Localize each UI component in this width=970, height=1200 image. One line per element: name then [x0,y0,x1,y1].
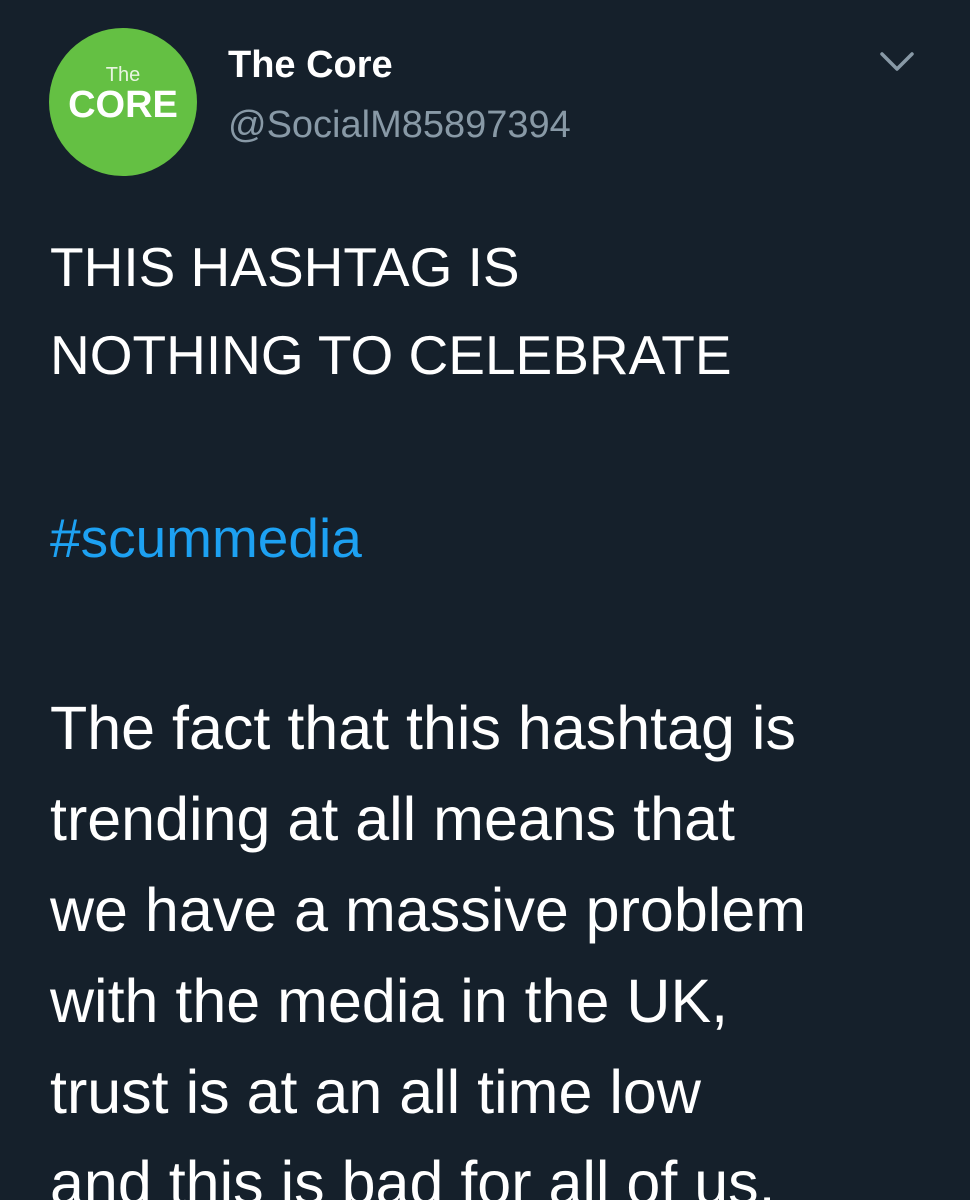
avatar-logo-core: CORE [68,84,178,126]
display-name[interactable]: The Core [228,44,393,87]
tweet-body-line: The fact that this hashtag is [50,694,796,762]
tweet-body-line: and this is bad for all of us. [50,1149,776,1200]
tweet-headline-line: THIS HASHTAG IS [50,236,520,298]
tweet-card: The CORE The Core @SocialM85897394 THIS … [0,0,970,1200]
tweet-body: The fact that this hashtag is trending a… [50,683,806,1200]
tweet-body-line: trending at all means that [50,785,735,853]
tweet-menu-button[interactable] [872,40,922,80]
avatar[interactable]: The CORE [49,28,197,176]
tweet-body-line: trust is at an all time low [50,1058,701,1126]
chevron-down-icon [880,52,914,71]
tweet-body-line: with the media in the UK, [50,967,729,1035]
tweet-body-line: we have a massive problem [50,876,807,944]
user-handle[interactable]: @SocialM85897394 [228,104,571,147]
tweet-headline-line: NOTHING TO CELEBRATE [50,324,732,386]
hashtag-link[interactable]: #scummedia [50,503,362,574]
